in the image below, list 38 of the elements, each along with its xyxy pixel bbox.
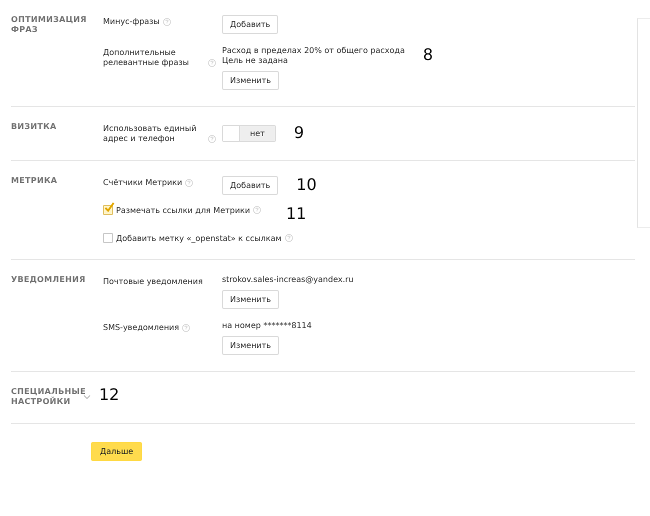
chevron-icon[interactable] xyxy=(83,394,91,400)
annotation-number: 12 xyxy=(99,386,120,404)
setting-label: Счётчики Метрики xyxy=(103,178,182,188)
section-title: ВИЗИТКА xyxy=(11,122,58,132)
setting-value: на номер *******8114 xyxy=(222,321,312,331)
setting-label: SMS-уведомления xyxy=(103,323,180,333)
toggle-switch[interactable]: нет xyxy=(222,124,276,142)
help-icon[interactable] xyxy=(253,206,262,214)
help-icon[interactable] xyxy=(284,234,293,242)
section-title: СПЕЦИАЛЬНЫЕ НАСТРОЙКИ xyxy=(11,387,83,407)
action-button[interactable]: Изменить xyxy=(222,290,279,309)
help-icon[interactable] xyxy=(185,179,194,187)
section-title: МЕТРИКА xyxy=(11,176,58,186)
annotation-number: 8 xyxy=(422,46,434,64)
checkbox[interactable] xyxy=(103,233,113,243)
action-button[interactable]: Изменить xyxy=(222,71,279,90)
setting-value: strokov.sales-increas@yandex.ru xyxy=(222,275,354,285)
action-button[interactable]: Добавить xyxy=(222,15,278,34)
help-icon[interactable] xyxy=(162,18,171,26)
setting-label: Использовать единый адрес и телефон xyxy=(103,124,198,144)
setting-label: Почтовые уведомления xyxy=(103,277,203,287)
setting-label: Дополнительные релевантные фразы xyxy=(103,48,190,68)
help-icon[interactable] xyxy=(182,324,190,332)
annotation-number: 10 xyxy=(296,176,317,194)
checkbox-label[interactable]: Размечать ссылки для Метрики xyxy=(116,206,250,214)
setting-label: Минус-фразы xyxy=(103,17,160,27)
setting-value: Расход в пределах 20% от общего расхода xyxy=(222,46,405,56)
next-button[interactable]: Дальше xyxy=(91,442,142,461)
checkbox-label[interactable]: Добавить метку «_openstat» к ссылкам xyxy=(116,234,282,242)
checkbox[interactable] xyxy=(103,205,113,215)
annotation-number: 11 xyxy=(286,205,306,223)
action-button[interactable]: Изменить xyxy=(222,336,279,355)
setting-value: Цель не задана xyxy=(222,56,288,66)
annotation-number: 9 xyxy=(294,124,304,142)
help-icon[interactable] xyxy=(208,135,216,143)
action-button[interactable]: Добавить xyxy=(222,176,278,195)
section-title: УВЕДОМЛЕНИЯ xyxy=(11,275,83,285)
help-icon[interactable] xyxy=(208,59,216,67)
